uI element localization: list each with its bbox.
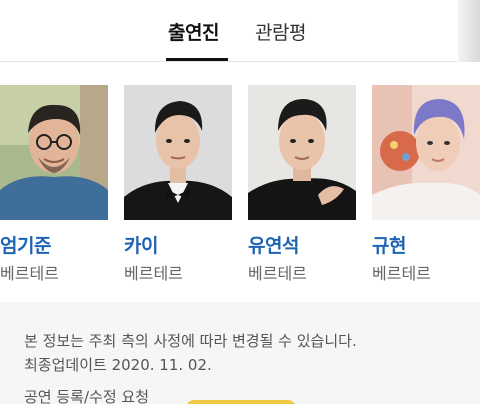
cast-role-3: 베르테르	[248, 264, 307, 283]
cast-role-4: 베르테르	[372, 264, 431, 283]
tab-cast[interactable]: 출연진	[168, 18, 219, 45]
tab-bar: 출연진 관람평	[0, 0, 480, 62]
report-edit-link[interactable]: 공연 등록/수정 요청	[24, 386, 149, 404]
cast-photo-4[interactable]	[372, 85, 480, 220]
yellow-action-button[interactable]	[186, 400, 296, 404]
cast-name-2[interactable]: 카이	[124, 231, 158, 258]
active-tab-indicator	[166, 58, 228, 61]
cast-name-3[interactable]: 유연석	[248, 231, 299, 258]
tab-reviews[interactable]: 관람평	[255, 18, 306, 45]
cast-photo-3[interactable]	[248, 85, 356, 220]
cast-photo-2[interactable]	[124, 85, 232, 220]
cast-list: 엄기준 베르테르 카이 베르테르 유연석 베르테르 규현 베르테르	[0, 85, 480, 285]
edge-scroll-shadow	[458, 0, 480, 62]
cast-name-1[interactable]: 엄기준	[0, 231, 51, 258]
cast-card-4[interactable]: 규현 베르테르	[372, 85, 480, 283]
cast-card-3[interactable]: 유연석 베르테르	[248, 85, 356, 283]
last-updated: 최종업데이트 2020. 11. 02.	[24, 356, 212, 374]
notice-disclaimer: 본 정보는 주최 측의 사정에 따라 변경될 수 있습니다.	[24, 332, 357, 350]
info-notice: 본 정보는 주최 측의 사정에 따라 변경될 수 있습니다. 최종업데이트 20…	[0, 302, 480, 404]
cast-role-2: 베르테르	[124, 264, 183, 283]
cast-name-4[interactable]: 규현	[372, 231, 406, 258]
cast-photo-1[interactable]	[0, 85, 108, 220]
cast-card-2[interactable]: 카이 베르테르	[124, 85, 232, 283]
cast-card-1[interactable]: 엄기준 베르테르	[0, 85, 108, 283]
cast-role-1: 베르테르	[0, 264, 59, 283]
